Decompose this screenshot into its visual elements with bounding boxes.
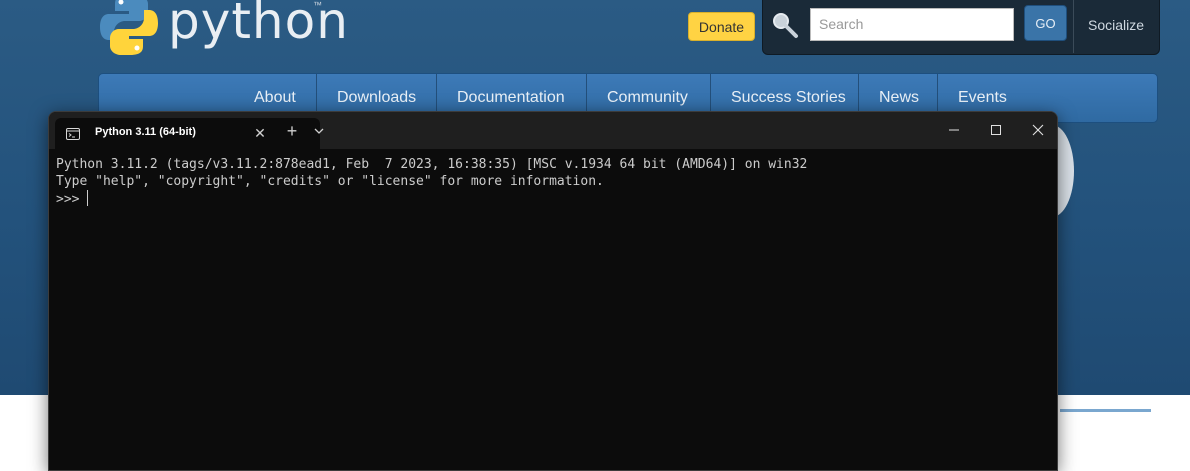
terminal-line: Type "help", "copyright", "credits" or "…	[56, 174, 604, 189]
terminal-icon	[66, 127, 80, 145]
go-button[interactable]: GO	[1024, 5, 1067, 41]
content-divider	[1060, 409, 1151, 412]
new-tab-button[interactable]: +	[281, 119, 303, 143]
python-logo[interactable]	[100, 0, 158, 60]
terminal-prompt-line[interactable]: >>>	[56, 190, 1047, 208]
terminal-window[interactable]: Python 3.11 (64-bit) ✕ + Python 3.11.2 (…	[48, 111, 1058, 471]
close-tab-icon[interactable]: ✕	[249, 123, 271, 143]
search-input[interactable]: Search	[810, 8, 1014, 41]
maximize-icon[interactable]	[975, 112, 1017, 147]
trademark-symbol: ™	[313, 0, 322, 10]
terminal-line: Python 3.11.2 (tags/v3.11.2:878ead1, Feb…	[56, 157, 808, 172]
python-prompt: >>>	[56, 192, 88, 207]
nav-item-success-stories[interactable]: Success Stories	[731, 89, 846, 107]
nav-item-news[interactable]: News	[879, 89, 919, 107]
nav-item-downloads[interactable]: Downloads	[337, 89, 416, 107]
close-icon[interactable]	[1017, 112, 1057, 147]
nav-item-events[interactable]: Events	[958, 89, 1007, 107]
chevron-down-icon[interactable]	[309, 121, 329, 141]
socialize-button[interactable]: Socialize	[1073, 0, 1158, 53]
terminal-output[interactable]: Python 3.11.2 (tags/v3.11.2:878ead1, Feb…	[56, 156, 1047, 208]
donate-button[interactable]: Donate	[688, 12, 755, 41]
search-icon	[771, 11, 799, 44]
python-snake-icon	[100, 0, 158, 55]
text-cursor	[87, 190, 89, 206]
minimize-icon[interactable]	[933, 112, 975, 147]
nav-item-about[interactable]: About	[254, 89, 296, 107]
terminal-tab-title: Python 3.11 (64-bit)	[95, 126, 196, 138]
nav-item-documentation[interactable]: Documentation	[457, 89, 565, 107]
nav-item-community[interactable]: Community	[607, 89, 688, 107]
terminal-titlebar[interactable]: Python 3.11 (64-bit) ✕ +	[49, 112, 1057, 149]
